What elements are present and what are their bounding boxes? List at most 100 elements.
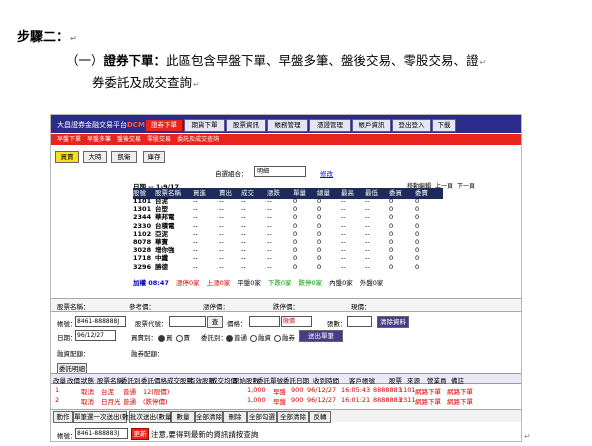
tab-4[interactable]: 憑證管理 bbox=[309, 119, 351, 132]
tab-1[interactable]: 期貨下單 bbox=[184, 119, 225, 132]
order-cell: 取消 bbox=[81, 388, 94, 396]
order-col-0: 改量 bbox=[53, 377, 66, 385]
batch-action-1[interactable]: 單筆選一次送出(數量) bbox=[73, 411, 138, 423]
batch-action-5[interactable]: 刪除 bbox=[223, 411, 247, 423]
batch-action-6[interactable]: 全部勾選 bbox=[247, 411, 277, 423]
order-cell: 2 bbox=[55, 396, 60, 404]
quote-cell: 3296 bbox=[133, 262, 152, 271]
quote-cell: -- bbox=[219, 237, 224, 246]
tab-3[interactable]: 帳務管理 bbox=[267, 119, 308, 132]
order-col-11: 委託日期 bbox=[283, 377, 309, 385]
quote-cell: 0 bbox=[317, 237, 322, 246]
quote-row: 8078 華寶 -- -- -- -- 0 0 -- -- 0 0 bbox=[133, 238, 443, 246]
quote-group-select[interactable]: 明細 bbox=[254, 166, 306, 177]
date-input[interactable]: 96/12/27 bbox=[75, 330, 116, 341]
subnav-item-1[interactable]: 早盤多筆 bbox=[87, 136, 111, 143]
trading-screenshot: 大昌證券金融交易平台DCM 早盤下單 早盤多筆 盤後交易 零股交易 委託及成交查詢 自選… bbox=[50, 114, 522, 442]
footer-account-label: 帳號： bbox=[57, 432, 77, 440]
batch-action-2[interactable]: 批次送出(數量) bbox=[129, 411, 174, 423]
order-col-16: 營業員 bbox=[427, 377, 447, 385]
quote-group-bar: 自選組合： 明細 修改 bbox=[51, 165, 521, 178]
quote-cell: -- bbox=[365, 262, 370, 271]
item-text-line2: 券委託及成交查詢 bbox=[92, 75, 193, 90]
order-cell: 2311 bbox=[399, 396, 416, 404]
qty-label: 張數： bbox=[327, 320, 347, 328]
quote-cell: -- bbox=[341, 221, 346, 230]
order-cell: 普通 bbox=[123, 398, 136, 406]
order-col-10: 委託單號 bbox=[257, 377, 283, 385]
quote-cell: -- bbox=[241, 221, 246, 230]
quote-cell: 勝德 bbox=[155, 262, 168, 271]
batch-action-4[interactable]: 全部清除 bbox=[195, 411, 223, 423]
order-cell: 900 bbox=[291, 386, 304, 394]
quote-cell: -- bbox=[341, 262, 346, 271]
price-label: 價格： bbox=[227, 320, 247, 328]
quote-cell: 0 bbox=[317, 262, 322, 271]
account-label: 帳號： bbox=[57, 320, 77, 328]
footer-account-select[interactable]: 8461-888883J bbox=[75, 428, 128, 439]
quote-cell: 0 bbox=[415, 221, 420, 230]
quote-cell: -- bbox=[241, 205, 246, 214]
subnav-item-0[interactable]: 早盤下單 bbox=[57, 136, 81, 143]
item-paragraph: （一）證券下單：此區包含早盤下單、早盤多筆、盤後交易、零股交易、證↵ 券委託及成… bbox=[66, 53, 487, 90]
quote-row: 2344 華邦電 -- -- -- -- 0 0 -- -- 0 0 bbox=[133, 213, 443, 221]
order-row[interactable]: 1 取消 台泥 普通 12(限價) 1,000 早盤 900 96/12/27 16:05:43 8… bbox=[51, 386, 521, 396]
quote-cell: 0 bbox=[415, 237, 420, 246]
batch-action-8[interactable]: 反轉 bbox=[309, 411, 331, 423]
code-input[interactable] bbox=[169, 316, 206, 327]
batch-action-3[interactable]: 數量 bbox=[171, 411, 195, 423]
quote-cell: -- bbox=[219, 213, 224, 222]
quote-cell: 0 bbox=[389, 262, 394, 271]
quick-button-0[interactable]: 買賣 bbox=[55, 151, 79, 163]
tab-2[interactable]: 股票資訊 bbox=[226, 119, 266, 132]
order-cell: 網路下單 bbox=[447, 398, 473, 406]
order-cell: 早盤 bbox=[273, 388, 286, 396]
quote-cell: 0 bbox=[389, 205, 394, 214]
type-radios[interactable]: 普通 融資 融券 bbox=[223, 332, 295, 342]
quote-cell: 1102 bbox=[133, 229, 152, 238]
order-cell: 網路下單 bbox=[415, 398, 441, 406]
subnav-item-3[interactable]: 零股交易 bbox=[147, 136, 171, 143]
quote-nav-2[interactable]: 下一頁 bbox=[457, 183, 475, 190]
quote-cell: -- bbox=[219, 221, 224, 230]
quote-cell: -- bbox=[219, 246, 224, 255]
subnav-item-2[interactable]: 盤後交易 bbox=[117, 136, 141, 143]
qty-input[interactable] bbox=[347, 316, 372, 327]
order-cell: 普通 bbox=[123, 388, 136, 396]
account-select[interactable]: 8461-888888J bbox=[75, 316, 126, 327]
quote-cell: 0 bbox=[317, 254, 322, 263]
order-col-9: 原始股數 bbox=[233, 377, 259, 385]
price-type-select[interactable]: 限價 bbox=[281, 316, 312, 327]
quote-cell: 0 bbox=[415, 229, 420, 238]
footer-bar: 帳號： 8461-888883J 更新 注意,要得到最新的資訊請按查詢 bbox=[51, 427, 521, 440]
quote-cell: 0 bbox=[389, 237, 394, 246]
code-query-button[interactable]: 查 bbox=[207, 316, 223, 328]
submit-order-button[interactable]: 送出單筆 bbox=[299, 330, 343, 342]
price-input[interactable] bbox=[249, 316, 280, 327]
refresh-button[interactable]: 更新 bbox=[131, 428, 149, 440]
quick-button-2[interactable]: 凱衛 bbox=[111, 151, 137, 163]
quote-cell: 8078 bbox=[133, 237, 152, 246]
tab-5[interactable]: 帳戶資訊 bbox=[352, 119, 391, 132]
order-row[interactable]: 2 取消 日月光 普通 (跌停價) 1,000 早盤 900 96/12/27 16:01:21 8… bbox=[51, 396, 521, 406]
tab-7[interactable]: 下載 bbox=[432, 119, 456, 132]
tab-6[interactable]: 登出登入 bbox=[392, 119, 431, 132]
quote-cell: 台泥 bbox=[155, 197, 168, 205]
quote-cell: 華邦電 bbox=[155, 213, 175, 222]
clear-button[interactable]: 清除資料 bbox=[377, 316, 409, 328]
short-label: 融券配額： bbox=[131, 350, 164, 358]
batch-action-7[interactable]: 全部清除 bbox=[277, 411, 309, 423]
order-table-header: 改量 改價 狀態 股票名稱 委託別 委託價格 成交股數 有效股數 成交均價 原始股數 委託單號 委託日… bbox=[51, 373, 521, 385]
order-cell: 台泥 bbox=[101, 388, 114, 396]
quote-cell: 0 bbox=[415, 197, 420, 205]
order-section-header: 委託明細 bbox=[51, 363, 521, 375]
quote-cell: 0 bbox=[415, 246, 420, 255]
tab-0[interactable]: 證券下單 bbox=[145, 119, 183, 132]
batch-action-0[interactable]: 動作 bbox=[53, 411, 73, 423]
subnav-item-4[interactable]: 委託及成交查詢 bbox=[177, 136, 219, 143]
quote-cell: -- bbox=[267, 221, 272, 230]
quick-button-3[interactable]: 庫存 bbox=[143, 151, 165, 163]
quick-button-1[interactable]: 大時 bbox=[83, 151, 107, 163]
side-radios[interactable]: 買賣 bbox=[155, 332, 190, 342]
quote-modify-link[interactable]: 修改 bbox=[320, 168, 333, 178]
